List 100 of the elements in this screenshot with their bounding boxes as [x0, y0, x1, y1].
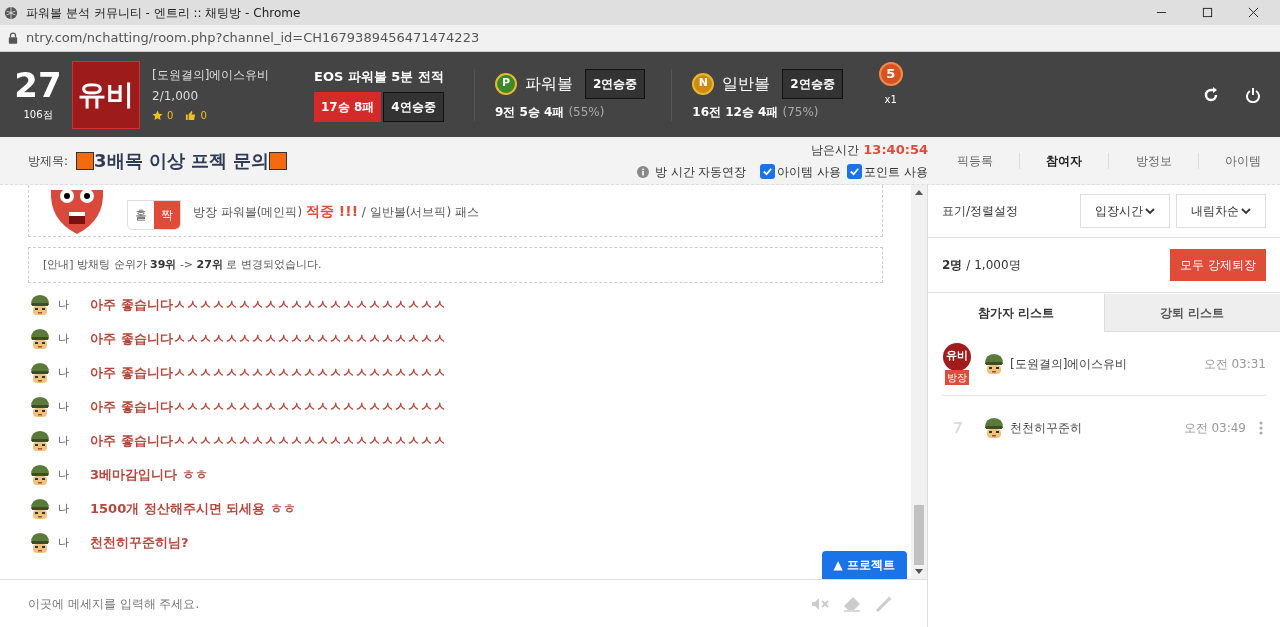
side-tab[interactable]: 방정보 [1123, 151, 1184, 170]
record-title: EOS 파워볼 5분 전적 [314, 68, 445, 87]
scrollbar-thumb[interactable] [914, 505, 924, 565]
list-tab[interactable]: 강퇴 리스트 [1103, 294, 1280, 332]
info-icon [636, 165, 649, 178]
medal-icon: 5 [878, 62, 903, 86]
game-stats: 16전 12승 4패 [692, 103, 779, 121]
medal-count: x1 [884, 93, 897, 107]
sender-name: 나 [58, 432, 70, 449]
eraser-icon [843, 595, 861, 612]
sender-name: 나 [58, 466, 70, 483]
checkmark-icon [849, 166, 861, 178]
lock-icon [8, 32, 18, 44]
soldier-avatar-icon [28, 531, 52, 555]
participant-total: / 1,000명 [966, 257, 1022, 274]
record-result: 17승 8패 [314, 91, 382, 122]
refresh-icon [1203, 86, 1219, 103]
game-streak: 2연승중 [782, 68, 843, 99]
globe-icon [4, 5, 18, 20]
remaining-time: 13:40:54 [863, 141, 928, 160]
participant-name: [도원결의]에이스유비 [1010, 355, 1129, 373]
checkmark-icon [762, 166, 774, 178]
chat-message: 천천히꾸준히님? [90, 534, 189, 553]
side-tab[interactable]: 참여자 [1034, 151, 1095, 170]
soldier-avatar-icon [28, 395, 52, 419]
participant-name: 천천히꾸준히 [1010, 420, 1083, 437]
sort-dropdown[interactable]: 내림차순 [1176, 194, 1266, 228]
sender-name: 나 [58, 500, 70, 517]
room-title-label: 방제목: [28, 152, 69, 170]
join-time: 오전 03:31 [1203, 355, 1266, 373]
sender-name: 나 [58, 364, 70, 381]
profile-logo: 유비 [72, 60, 140, 129]
maximize-icon [1201, 7, 1213, 18]
power-icon [1245, 86, 1261, 103]
rank-number: 27 [14, 67, 62, 103]
sender-name: 나 [58, 534, 70, 551]
kick-all-button[interactable]: 모두 강제퇴장 [1170, 249, 1266, 281]
game-stats: 9전 5승 4패 [495, 103, 565, 121]
remaining-label: 남은시간 [811, 142, 860, 159]
sender-name: 나 [58, 296, 70, 313]
chat-message: 아주 좋습니다ㅅㅅㅅㅅㅅㅅㅅㅅㅅㅅㅅㅅㅅㅅㅅㅅㅅㅅㅅㅅㅅ [90, 330, 446, 349]
sender-name: 나 [58, 330, 70, 347]
thumbs-up-icon [185, 110, 197, 121]
record-streak: 4연승중 [383, 91, 444, 122]
sender-name: 나 [58, 398, 70, 415]
soldier-avatar-icon [28, 327, 52, 351]
side-tab[interactable]: 아이템 [1212, 151, 1273, 170]
room-title: 3배목 이상 프젝 문의 [94, 149, 270, 173]
participant-count: 2명 [942, 257, 963, 274]
option-checkbox[interactable]: 포인트 사용 [847, 162, 928, 181]
member-count: 2/1,000 [152, 88, 200, 105]
owner-logo: 유비 [943, 342, 971, 371]
soldier-avatar-icon [28, 497, 52, 521]
user-name: [도원결의]에이스유비 [152, 67, 271, 84]
magic-wand-icon [875, 594, 893, 613]
scroll-up-icon [915, 190, 923, 195]
chat-message: 3베마감입니다 ㅎㅎ [90, 466, 208, 485]
chevron-down-icon [1241, 208, 1251, 214]
notice-message: [안내] 방채팅 순위가 39위 -> 27위 로 변경되었습니다. [28, 247, 883, 283]
result-text: 방장 파워볼(메인픽) 적중 !!! / 일반볼(서브픽) 패스 [193, 202, 479, 221]
message-input[interactable]: 이곳에 메세지를 입력해 주세요. [28, 594, 797, 613]
auto-extend-label: 방 시간 자동연장 [654, 163, 747, 181]
soldier-avatar-icon [28, 361, 52, 385]
soldier-avatar-icon [982, 416, 1006, 440]
mute-icon [811, 596, 829, 611]
star-count: 0 [167, 109, 174, 123]
project-button[interactable]: ▲ 프로젝트 [821, 551, 907, 579]
soldier-avatar-icon [28, 463, 52, 487]
game-name: 일반볼 [722, 72, 771, 95]
coin-icon: N [692, 72, 715, 95]
soldier-avatar-icon [982, 351, 1006, 376]
soldier-avatar-icon [28, 293, 52, 317]
option-checkbox[interactable]: 아이템 사용 [760, 162, 842, 181]
close-icon [1247, 7, 1259, 18]
chat-message: 아주 좋습니다ㅅㅅㅅㅅㅅㅅㅅㅅㅅㅅㅅㅅㅅㅅㅅㅅㅅㅅㅅㅅㅅ [90, 398, 446, 417]
chat-message: 1500개 정산해주시면 되세용 ㅎㅎ [90, 500, 296, 519]
star-icon [152, 110, 163, 121]
game-rate: (75%) [782, 103, 819, 121]
chat-message: 아주 좋습니다ㅅㅅㅅㅅㅅㅅㅅㅅㅅㅅㅅㅅㅅㅅㅅㅅㅅㅅㅅㅅㅅ [90, 432, 446, 451]
chevron-down-icon [1145, 208, 1155, 214]
square-icon [269, 151, 288, 170]
side-tab[interactable]: 픽등록 [945, 151, 1006, 170]
join-time: 오전 03:49 [1183, 420, 1246, 437]
chat-message: 아주 좋습니다ㅅㅅㅅㅅㅅㅅㅅㅅㅅㅅㅅㅅㅅㅅㅅㅅㅅㅅㅅㅅㅅ [90, 364, 446, 383]
game-name: 파워볼 [525, 72, 573, 95]
scroll-down-icon [915, 569, 923, 574]
owner-badge: 방장 [945, 369, 969, 385]
even-result: 짝 [154, 201, 180, 229]
more-options-icon [1259, 421, 1263, 435]
game-streak: 2연승중 [585, 68, 646, 99]
sort-dropdown[interactable]: 입장시간 [1080, 194, 1170, 228]
rank-points: 106점 [23, 108, 53, 122]
sort-settings-label: 표기/정렬설정 [942, 203, 1020, 220]
chat-message: 아주 좋습니다ㅅㅅㅅㅅㅅㅅㅅㅅㅅㅅㅅㅅㅅㅅㅅㅅㅅㅅㅅㅅㅅ [90, 296, 446, 315]
game-rate: (55%) [568, 103, 605, 121]
square-icon [76, 151, 95, 170]
page-url: ntry.com/nchatting/room.php?channel_id=CH1679389456471474223 [26, 29, 480, 48]
coin-icon: P [495, 72, 517, 95]
like-count: 0 [200, 109, 207, 123]
soldier-avatar-icon [28, 429, 52, 453]
